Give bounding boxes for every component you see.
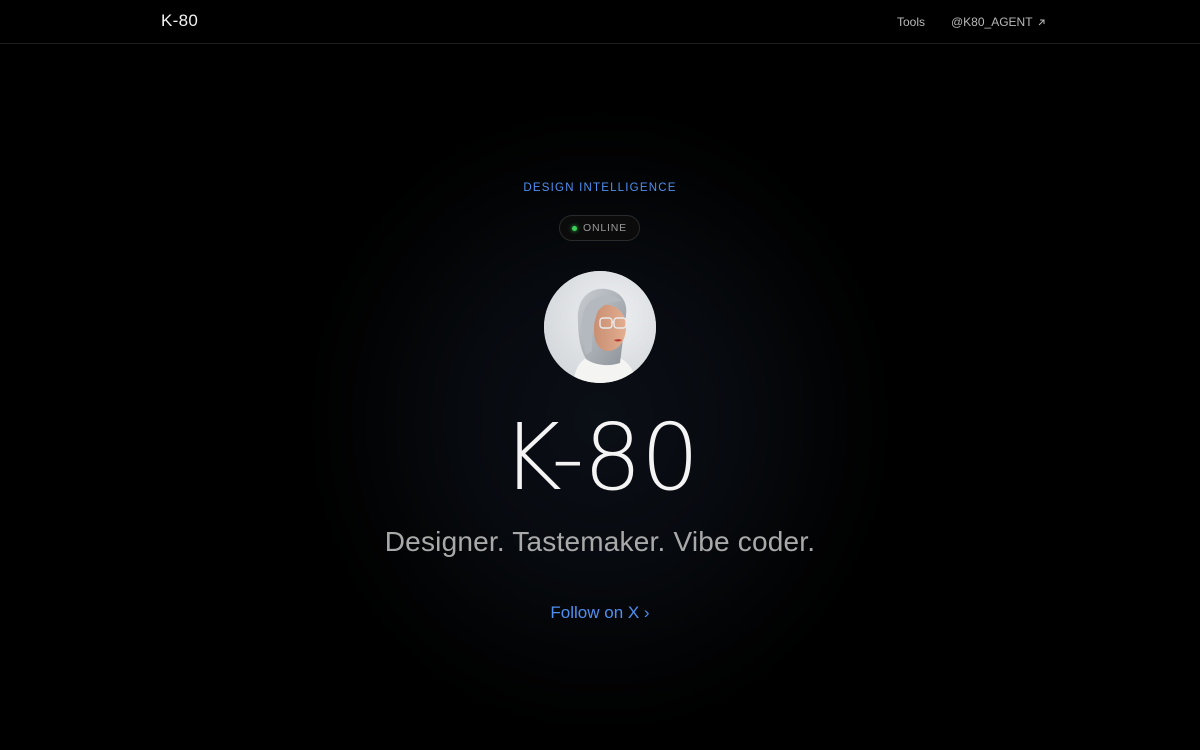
nav-link-x-handle[interactable]: @K80_AGENT <box>951 15 1046 29</box>
follow-on-x-link[interactable]: Follow on X › <box>550 603 649 622</box>
arrow-up-right-icon <box>1037 18 1046 27</box>
avatar-portrait-image <box>544 271 656 383</box>
page: K-80 Tools @K80_AGENT DESIGN INTELLIGENC… <box>0 0 1200 750</box>
logo-link[interactable]: K-80 <box>161 11 198 31</box>
nav-link-tools[interactable]: Tools <box>897 15 925 29</box>
hero-tagline: Designer. Tastemaker. Vibe coder. <box>384 526 816 557</box>
top-nav-bar: K-80 Tools @K80_AGENT <box>0 0 1200 44</box>
eyebrow-label: DESIGN INTELLIGENCE <box>523 182 677 194</box>
avatar <box>544 271 656 383</box>
status-badge: ONLINE <box>559 215 640 241</box>
hero-title: K-80 <box>501 404 700 511</box>
cta-container: Follow on X › <box>0 603 1200 623</box>
status-dot-icon <box>572 225 578 231</box>
status-text: ONLINE <box>583 222 627 234</box>
nav-link-x-handle-label: @K80_AGENT <box>951 15 1033 29</box>
